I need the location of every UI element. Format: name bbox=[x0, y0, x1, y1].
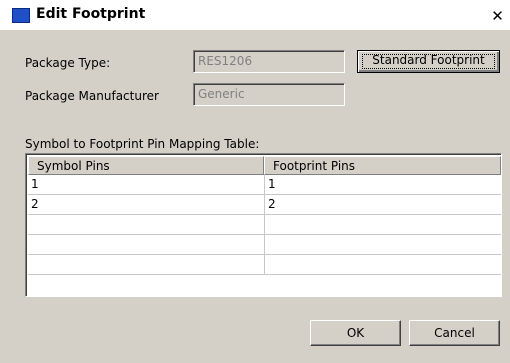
table-header: Symbol Pins Footprint Pins bbox=[28, 156, 501, 175]
cancel-button[interactable]: Cancel bbox=[409, 320, 500, 346]
mapping-table-label: Symbol to Footprint Pin Mapping Table: bbox=[25, 137, 260, 151]
table-row[interactable] bbox=[28, 255, 501, 275]
table-row[interactable]: 2 2 bbox=[28, 195, 501, 215]
dialog-title: Edit Footprint bbox=[36, 6, 146, 22]
symbol-pin-cell[interactable]: 1 bbox=[28, 175, 264, 195]
footprint-pin-cell[interactable] bbox=[264, 215, 501, 235]
footprint-pin-cell[interactable]: 1 bbox=[264, 175, 501, 195]
standard-footprint-label: Standard Footprint bbox=[372, 53, 485, 67]
footprint-pin-cell[interactable] bbox=[264, 235, 501, 255]
symbol-pin-cell[interactable] bbox=[28, 255, 264, 275]
symbol-pin-cell[interactable] bbox=[28, 235, 264, 255]
package-type-label: Package Type: bbox=[25, 56, 111, 70]
close-icon[interactable]: ✕ bbox=[490, 8, 505, 24]
symbol-pin-cell[interactable]: 2 bbox=[28, 195, 264, 215]
edit-footprint-dialog: Edit Footprint ✕ Package Type: RES1206 S… bbox=[0, 0, 510, 363]
ok-button[interactable]: OK bbox=[310, 320, 401, 346]
table-row[interactable]: 1 1 bbox=[28, 175, 501, 195]
table-row[interactable] bbox=[28, 235, 501, 255]
title-bar[interactable]: Edit Footprint ✕ bbox=[0, 0, 510, 30]
standard-footprint-button[interactable]: Standard Footprint bbox=[357, 50, 500, 73]
footprint-pin-cell[interactable]: 2 bbox=[264, 195, 501, 215]
window-icon bbox=[12, 8, 30, 23]
column-header-symbol-pins[interactable]: Symbol Pins bbox=[28, 156, 264, 175]
symbol-pin-cell[interactable] bbox=[28, 215, 264, 235]
footprint-pin-cell[interactable] bbox=[264, 255, 501, 275]
pin-mapping-table[interactable]: Symbol Pins Footprint Pins 1 1 2 2 bbox=[25, 153, 502, 297]
package-manufacturer-label: Package Manufacturer bbox=[25, 89, 159, 103]
column-header-footprint-pins[interactable]: Footprint Pins bbox=[264, 156, 501, 175]
package-type-field[interactable]: RES1206 bbox=[193, 50, 345, 73]
package-manufacturer-field[interactable]: Generic bbox=[193, 83, 345, 106]
table-row[interactable] bbox=[28, 215, 501, 235]
